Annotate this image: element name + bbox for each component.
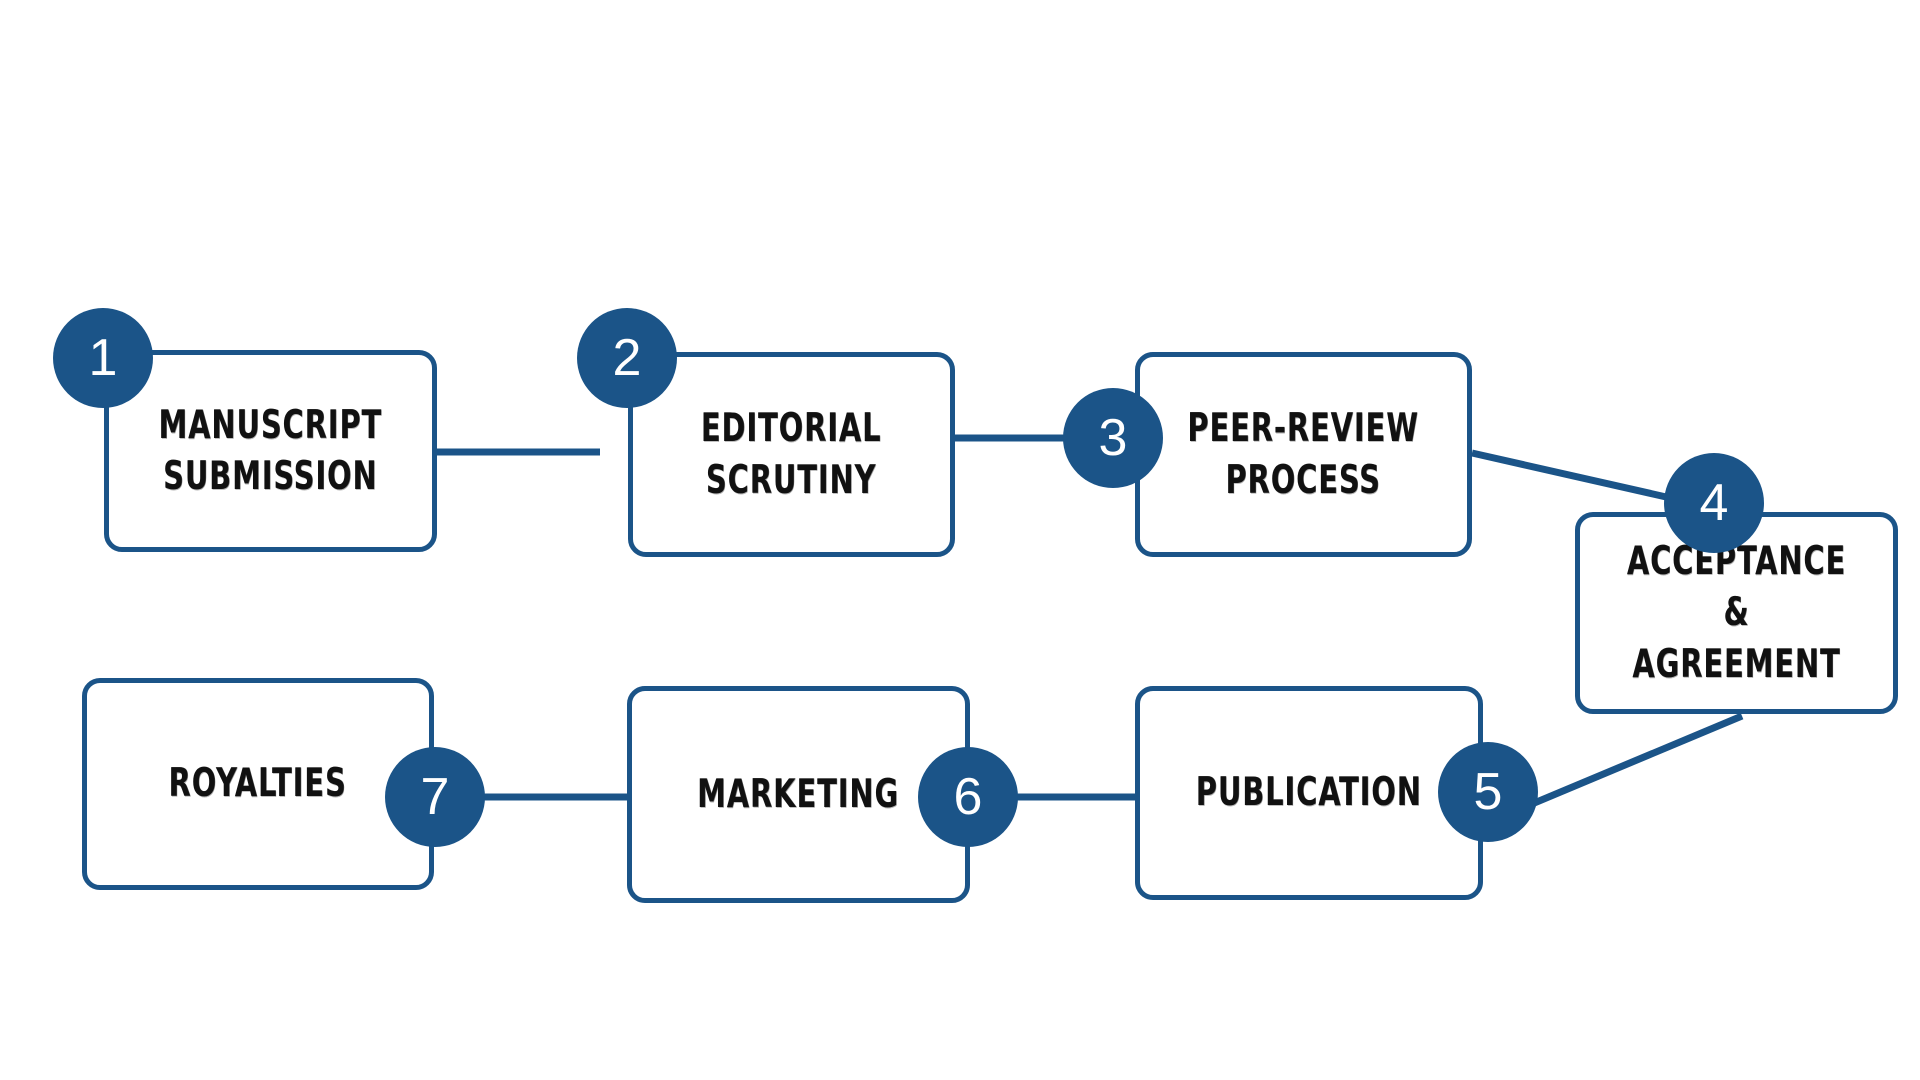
step-box-2[interactable]: EDITORIAL SCRUTINY	[628, 352, 955, 557]
step-badge-1[interactable]: 1	[53, 308, 153, 408]
step-label-4: ACCEPTANCE & AGREEMENT	[1626, 538, 1847, 687]
step-badge-7[interactable]: 7	[385, 747, 485, 847]
step-badge-2[interactable]: 2	[577, 308, 677, 408]
step-number-3: 3	[1098, 409, 1128, 467]
step-number-1: 1	[88, 329, 118, 387]
step-box-5[interactable]: PUBLICATION	[1135, 686, 1483, 900]
step-box-3[interactable]: PEER-REVIEW PROCESS	[1135, 352, 1472, 557]
step-badge-4[interactable]: 4	[1664, 453, 1764, 553]
step-number-4: 4	[1699, 474, 1729, 532]
process-flow-diagram: MANUSCRIPT SUBMISSION EDITORIAL SCRUTINY…	[0, 0, 1920, 1080]
connector-4-to-5	[1506, 712, 1744, 818]
step-label-2: EDITORIAL SCRUTINY	[701, 406, 882, 503]
step-label-3: PEER-REVIEW PROCESS	[1187, 406, 1420, 503]
step-number-2: 2	[612, 329, 642, 387]
step-label-1: MANUSCRIPT SUBMISSION	[158, 402, 383, 499]
step-box-7[interactable]: ROYALTIES	[82, 678, 434, 890]
step-badge-6[interactable]: 6	[918, 747, 1018, 847]
step-box-1[interactable]: MANUSCRIPT SUBMISSION	[104, 350, 437, 552]
step-label-5: PUBLICATION	[1196, 770, 1422, 816]
step-label-6: MARKETING	[697, 771, 900, 817]
step-number-7: 7	[420, 768, 450, 826]
step-label-7: ROYALTIES	[168, 761, 348, 807]
step-badge-5[interactable]: 5	[1438, 742, 1538, 842]
step-number-6: 6	[953, 768, 983, 826]
step-number-5: 5	[1473, 763, 1503, 821]
step-badge-3[interactable]: 3	[1063, 388, 1163, 488]
